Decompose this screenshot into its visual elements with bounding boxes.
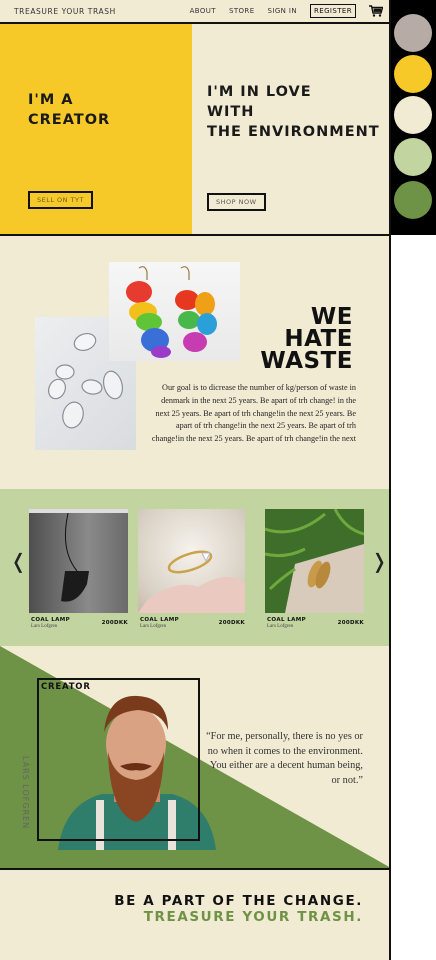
creator-title: CREATOR [41,682,91,692]
nav-store-link[interactable]: STORE [229,7,255,15]
we-hate-waste-line3: WASTE [260,348,353,374]
hero-creator-heading: I'M A CREATOR [28,90,178,130]
nav-about-link[interactable]: ABOUT [190,7,216,15]
cta-line1: BE A PART OF THE CHANGE. [114,893,363,909]
creator-quote: “For me, personally, there is no yes or … [206,731,363,786]
chevron-right-icon[interactable]: ❭ [371,549,388,573]
product-maker: Lars Lofgren [140,624,167,629]
product-card[interactable]: COAL LAMP Lars Lofgren 200DKK [29,509,128,629]
sell-on-tyt-button[interactable]: SELL ON TYT [28,191,93,209]
product-price: 200DKK [101,620,128,626]
we-hate-waste-heading: WE HATE WASTE [213,304,353,374]
cta-line2: TREASURE YOUR TRASH. [143,909,363,925]
hero-creator-line1: I'M A [28,92,74,108]
product-card[interactable]: COAL LAMP Lars Lofgren 200DKK [138,509,245,629]
call-to-action: BE A PART OF THE CHANGE. TREASURE YOUR T… [0,868,389,960]
creator-name-vertical: LARS LOFGREN [21,756,30,830]
product-image[interactable] [138,509,245,613]
palette-swatch-taupe [394,14,432,52]
hero-divider [0,234,389,236]
shop-now-button[interactable]: SHOP NOW [207,193,266,211]
creator-section: CREATOR LARS LOFGREN “For me, personally… [0,646,389,868]
product-price: 200DKK [218,620,245,626]
hero-creator-line2: CREATOR [28,112,111,128]
palette-swatch-sage [394,138,432,176]
product-name: COAL LAMP [267,617,307,623]
we-hate-waste-line1: WE [310,304,353,330]
chevron-left-icon[interactable]: ❬ [10,549,27,573]
hero-creator-panel: I'M A CREATOR SELL ON TYT [0,24,192,235]
nav-links: ABOUT STORE SIGN IN REGISTER [190,4,383,18]
cart-icon[interactable] [369,5,383,17]
palette-swatch-yellow [394,55,432,93]
hero-shop-heading: I'M IN LOVE WITH THE ENVIRONMENT [207,82,387,142]
nav-signin-link[interactable]: SIGN IN [268,7,298,15]
register-button[interactable]: REGISTER [310,4,356,18]
color-palette [391,0,436,235]
page: TREASURE YOUR TRASH ABOUT STORE SIGN IN … [0,0,391,960]
product-image[interactable] [29,509,128,613]
palette-swatch-cream [394,96,432,134]
product-card[interactable]: COAL LAMP Lars Lofgren 200DKK [265,509,364,629]
product-maker: Lars Lofgren [31,624,58,629]
product-maker: Lars Lofgren [267,624,294,629]
product-name: COAL LAMP [140,617,180,623]
top-nav: TREASURE YOUR TRASH ABOUT STORE SIGN IN … [0,0,389,24]
palette-swatch-green [394,181,432,219]
creator-frame [37,678,200,841]
product-name: COAL LAMP [31,617,71,623]
about-paragraph: Our goal is to dicrease the number of kg… [151,383,356,444]
hero-shop-line1: I'M IN LOVE [207,84,312,100]
hero-shop-panel: I'M IN LOVE WITH THE ENVIRONMENT SHOP NO… [192,24,389,235]
we-hate-waste-line2: HATE [284,326,353,352]
hero-shop-line2: WITH [207,104,255,120]
product-carousel: ❬ ❭ COAL LAMP Lars Lofgren 200DKK COAL L… [0,489,389,646]
product-image[interactable] [265,509,364,613]
hero-shop-line3: THE ENVIRONMENT [207,124,380,140]
brand-logo[interactable]: TREASURE YOUR TRASH [14,7,116,16]
product-price: 200DKK [337,620,364,626]
